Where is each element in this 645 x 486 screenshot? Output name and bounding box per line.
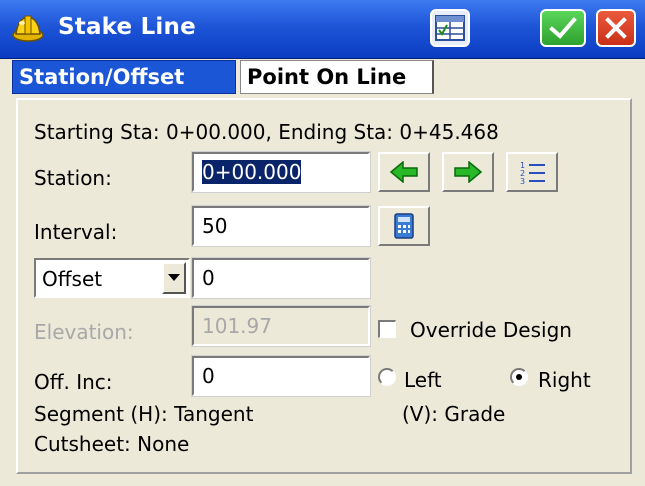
station-label: Station: — [34, 166, 112, 190]
offset-type-value: Offset — [42, 267, 103, 291]
calculator-button[interactable] — [378, 206, 430, 246]
next-station-button[interactable] — [442, 152, 494, 192]
offset-type-select[interactable]: Offset — [34, 258, 190, 298]
segment-vertical-text: (V): Grade — [402, 402, 506, 426]
elevation-label: Elevation: — [34, 320, 134, 344]
elevation-input: 101.97 — [191, 305, 371, 347]
left-radio[interactable] — [378, 368, 396, 386]
override-design-label[interactable]: Override Design — [410, 318, 572, 342]
offset-increment-label: Off. Inc: — [34, 370, 113, 394]
interval-label: Interval: — [34, 220, 118, 244]
svg-text:3: 3 — [520, 177, 525, 185]
tab-point-on-line[interactable]: Point On Line — [240, 60, 434, 94]
station-list-button[interactable]: 1 2 3 — [506, 152, 558, 192]
ok-button[interactable] — [540, 9, 586, 47]
station-range-text: Starting Sta: 0+00.000, Ending Sta: 0+45… — [34, 120, 499, 144]
previous-station-button[interactable] — [378, 152, 430, 192]
offset-increment-input[interactable]: 0 — [191, 355, 371, 397]
title-bar: Stake Line — [0, 0, 645, 59]
station-offset-panel: Starting Sta: 0+00.000, Ending Sta: 0+45… — [16, 98, 632, 474]
left-radio-label[interactable]: Left — [404, 368, 442, 392]
arrow-left-icon — [389, 161, 418, 183]
close-icon — [605, 17, 627, 39]
tab-station-offset[interactable]: Station/Offset — [12, 60, 236, 94]
check-icon — [549, 17, 577, 39]
station-input[interactable]: 0+00.000 — [191, 151, 371, 193]
cutsheet-text: Cutsheet: None — [34, 432, 190, 456]
interval-input[interactable]: 50 — [191, 205, 371, 247]
dropdown-button[interactable] — [162, 262, 186, 294]
station-value: 0+00.000 — [202, 160, 302, 184]
calculator-icon — [394, 213, 414, 239]
close-button[interactable] — [596, 9, 636, 47]
list-icon: 1 2 3 — [520, 161, 545, 185]
window-title: Stake Line — [58, 14, 196, 40]
chevron-down-icon — [168, 274, 180, 281]
tab-bar: Station/Offset Point On Line — [10, 60, 630, 96]
offset-input[interactable]: 0 — [191, 257, 371, 299]
segment-horizontal-text: Segment (H): Tangent — [34, 402, 254, 426]
table-view-button[interactable] — [430, 9, 470, 47]
override-design-checkbox[interactable] — [378, 320, 396, 338]
right-radio[interactable] — [510, 368, 528, 386]
table-view-icon — [435, 15, 465, 41]
hardhat-icon — [12, 15, 44, 42]
arrow-right-icon — [454, 161, 483, 183]
right-radio-label[interactable]: Right — [538, 368, 591, 392]
